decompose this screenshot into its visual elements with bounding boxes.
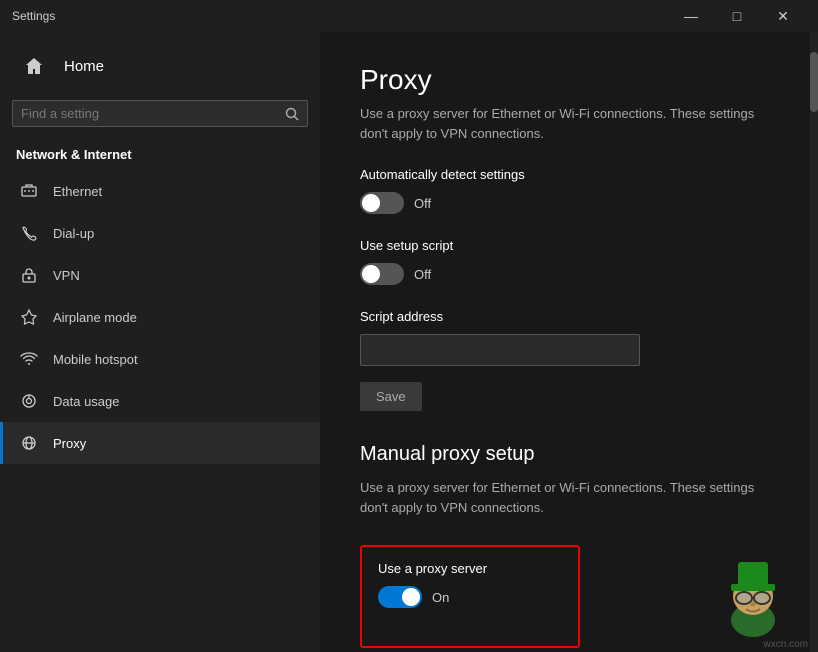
dialup-icon <box>19 223 39 243</box>
use-proxy-highlight-box: Use a proxy server On <box>360 545 580 648</box>
page-title: Proxy <box>360 64 778 96</box>
sidebar-item-proxy[interactable]: Proxy <box>0 422 320 464</box>
proxy-icon <box>19 433 39 453</box>
scrollbar-thumb[interactable] <box>810 52 818 112</box>
sidebar-item-dialup[interactable]: Dial-up <box>0 212 320 254</box>
sidebar: Home Network & Internet Et <box>0 32 320 652</box>
ethernet-icon <box>19 181 39 201</box>
use-script-toggle-row: Off <box>360 263 778 285</box>
auto-detect-toggle-row: Off <box>360 192 778 214</box>
use-proxy-toggle-row: On <box>378 586 562 608</box>
use-proxy-thumb <box>402 588 420 606</box>
auto-section-desc: Use a proxy server for Ethernet or Wi-Fi… <box>360 104 778 143</box>
hotspot-icon <box>19 349 39 369</box>
minimize-button[interactable]: — <box>668 0 714 32</box>
auto-detect-label: Automatically detect settings <box>360 167 778 182</box>
maximize-button[interactable]: □ <box>714 0 760 32</box>
dialup-label: Dial-up <box>53 226 94 241</box>
airplane-label: Airplane mode <box>53 310 137 325</box>
sidebar-item-airplane[interactable]: Airplane mode <box>0 296 320 338</box>
watermark: wxcn.com <box>764 639 808 650</box>
sidebar-section-label: Network & Internet <box>0 135 320 170</box>
home-label: Home <box>64 58 104 75</box>
sidebar-home[interactable]: Home <box>0 32 320 92</box>
manual-section-desc: Use a proxy server for Ethernet or Wi-Fi… <box>360 478 778 517</box>
manual-section-title: Manual proxy setup <box>360 443 778 466</box>
use-proxy-state: On <box>432 590 449 605</box>
use-script-state: Off <box>414 267 431 282</box>
close-button[interactable]: ✕ <box>760 0 806 32</box>
auto-detect-thumb <box>362 194 380 212</box>
sidebar-item-datausage[interactable]: Data usage <box>0 380 320 422</box>
search-icon <box>285 107 299 121</box>
save-button[interactable]: Save <box>360 382 422 411</box>
window-controls: — □ ✕ <box>668 0 806 32</box>
sidebar-item-hotspot[interactable]: Mobile hotspot <box>0 338 320 380</box>
auto-detect-state: Off <box>414 196 431 211</box>
use-proxy-label: Use a proxy server <box>378 561 562 576</box>
app-body: Home Network & Internet Et <box>0 32 818 652</box>
script-address-label: Script address <box>360 309 778 324</box>
script-address-input[interactable] <box>360 334 640 366</box>
content-scroll[interactable]: Proxy Use a proxy server for Ethernet or… <box>320 32 818 652</box>
sidebar-item-vpn[interactable]: VPN <box>0 254 320 296</box>
use-proxy-toggle[interactable] <box>378 586 422 608</box>
proxy-label: Proxy <box>53 436 86 451</box>
ethernet-label: Ethernet <box>53 184 102 199</box>
use-script-toggle[interactable] <box>360 263 404 285</box>
content-area: Proxy Use a proxy server for Ethernet or… <box>320 32 818 652</box>
vpn-label: VPN <box>53 268 80 283</box>
sidebar-item-ethernet[interactable]: Ethernet <box>0 170 320 212</box>
titlebar: Settings — □ ✕ <box>0 0 818 32</box>
hotspot-label: Mobile hotspot <box>53 352 138 367</box>
mascot <box>718 552 788 632</box>
vpn-icon <box>19 265 39 285</box>
scrollbar-track[interactable] <box>810 32 818 652</box>
airplane-icon <box>19 307 39 327</box>
datausage-label: Data usage <box>53 394 120 409</box>
app-title: Settings <box>12 9 55 23</box>
mascot-svg <box>718 552 788 637</box>
use-script-label: Use setup script <box>360 238 778 253</box>
home-icon <box>16 48 52 84</box>
auto-detect-toggle[interactable] <box>360 192 404 214</box>
search-input[interactable] <box>21 106 279 121</box>
search-box[interactable] <box>12 100 308 127</box>
datausage-icon <box>19 391 39 411</box>
use-script-thumb <box>362 265 380 283</box>
